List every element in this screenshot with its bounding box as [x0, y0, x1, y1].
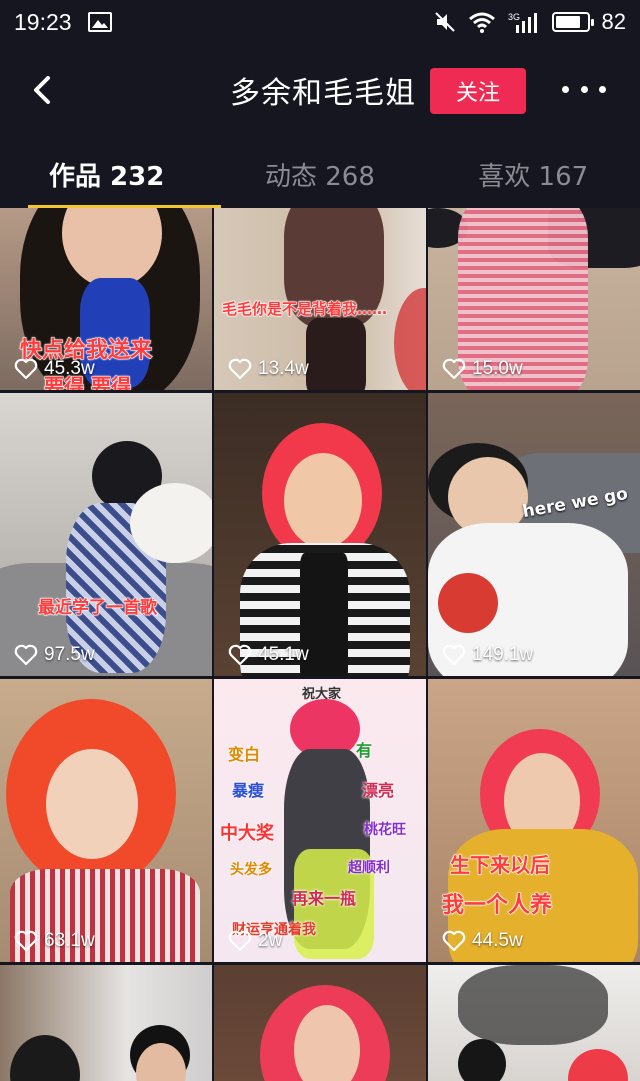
video-grid: 快点给我送来 要得 要得 45.3w 毛毛你是不是背着我…… 13.4w 15.… — [0, 208, 640, 1081]
more-dot — [599, 85, 606, 93]
thumbnail-face — [284, 453, 362, 548]
video-thumbnail[interactable]: here we go 149.1w — [428, 393, 640, 676]
status-time: 19:23 — [14, 8, 72, 35]
tab-label: 作品 232 — [48, 162, 165, 192]
tab-works[interactable]: 作品 232 — [0, 136, 222, 208]
status-icons: 3G 82 — [434, 9, 626, 35]
video-thumbnail[interactable]: 45.1w — [214, 393, 426, 676]
gallery-icon — [87, 12, 112, 32]
signal-icon: 3G — [508, 12, 537, 33]
back-button[interactable] — [26, 72, 62, 108]
thumbnail-chicken — [438, 573, 498, 633]
more-dot — [562, 85, 569, 93]
video-thumbnail[interactable] — [214, 965, 426, 1081]
like-count-label: 44.5w — [472, 930, 523, 951]
video-caption-secondary: 我一个人养 — [441, 893, 553, 919]
sticker-text: 漂亮 — [362, 781, 395, 800]
network-label: 3G — [508, 12, 520, 22]
sticker-text: 再来一瓶 — [292, 889, 357, 908]
thumbnail-pillow — [130, 483, 212, 563]
like-count-label: 45.1w — [258, 644, 309, 665]
more-options-button[interactable] — [562, 74, 606, 104]
heart-icon — [228, 644, 252, 666]
video-thumbnail[interactable]: 63.1w — [0, 679, 212, 962]
sticker-text: 头发多 — [230, 862, 272, 878]
heart-icon — [14, 930, 38, 952]
thumbnail-wig — [568, 1049, 628, 1081]
like-count: 45.3w — [14, 358, 95, 380]
tab-label: 喜欢 167 — [478, 162, 589, 192]
thumbnail-legs — [306, 318, 366, 390]
sticker-text: 祝大家 — [302, 687, 342, 702]
thumbnail-hair — [458, 1039, 506, 1081]
video-caption: 生下来以后 — [450, 853, 551, 878]
like-count-label: 2w — [258, 930, 283, 951]
like-count-label: 149.1w — [472, 644, 534, 665]
like-count: 149.1w — [442, 644, 533, 666]
like-count-label: 97.5w — [44, 644, 95, 665]
like-count-label: 15.0w — [472, 358, 523, 379]
follow-button[interactable]: 关注 — [430, 68, 526, 114]
like-count: 13.4w — [228, 358, 309, 380]
thumbnail-blur — [394, 288, 426, 390]
thumbnail-face — [46, 749, 138, 859]
mute-icon — [434, 12, 455, 32]
heart-icon — [442, 644, 466, 666]
video-thumbnail[interactable]: 快点给我送来 要得 要得 45.3w — [0, 208, 212, 390]
sticker-text: 变白 — [228, 745, 261, 764]
tab-label: 动态 268 — [264, 162, 375, 192]
like-count: 63.1w — [14, 930, 95, 952]
tab-updates[interactable]: 动态 268 — [213, 136, 426, 208]
sticker-text: 中大奖 — [220, 823, 274, 844]
nav-bar: 多余和毛毛姐 关注 — [0, 44, 640, 136]
like-count-label: 63.1w — [44, 930, 95, 951]
like-count: 45.1w — [228, 644, 309, 666]
sticker-text: 暴瘦 — [232, 781, 265, 800]
like-count: 44.5w — [442, 930, 523, 952]
video-thumbnail[interactable]: 生下来以后 我一个人养 44.5w — [428, 679, 640, 962]
video-thumbnail[interactable] — [428, 965, 640, 1081]
video-thumbnail[interactable]: 毛毛你是不是背着我…… 13.4w — [214, 208, 426, 390]
page-title: 多余和毛毛姐 — [230, 76, 416, 111]
like-count-label: 45.3w — [44, 358, 95, 379]
like-count: 15.0w — [442, 358, 523, 380]
battery-percent: 82 — [601, 9, 626, 34]
status-bar: 19:23 3G 82 — [0, 0, 640, 44]
heart-icon — [442, 930, 466, 952]
heart-icon — [442, 358, 466, 380]
video-thumbnail[interactable] — [0, 965, 212, 1081]
video-thumbnail[interactable]: 祝大家 变白 有 暴瘦 漂亮 中大奖 桃花旺 头发多 超顺利 再来一瓶 财运亨通… — [214, 679, 426, 962]
wifi-icon — [468, 12, 495, 33]
sticker-text: 有 — [356, 741, 373, 760]
sticker-text: 超顺利 — [348, 860, 390, 876]
thumbnail-art — [458, 965, 608, 1045]
video-thumbnail[interactable]: 最近学了一首歌 97.5w — [0, 393, 212, 676]
like-count-label: 13.4w — [258, 358, 309, 379]
heart-icon — [228, 930, 252, 952]
heart-icon — [14, 644, 38, 666]
profile-tabs: 作品 232 动态 268 喜欢 167 — [0, 136, 640, 208]
video-caption: 最近学了一首歌 — [38, 598, 158, 619]
tab-likes[interactable]: 喜欢 167 — [427, 136, 640, 208]
battery-level — [555, 16, 581, 28]
more-dot — [580, 85, 588, 93]
battery-icon — [551, 12, 594, 32]
thumbnail-hair — [10, 1035, 80, 1081]
chevron-left-icon — [34, 76, 50, 104]
like-count: 2w — [228, 930, 282, 952]
sticker-text: 桃花旺 — [364, 822, 406, 838]
video-thumbnail[interactable]: 15.0w — [428, 208, 640, 390]
video-caption: 毛毛你是不是背着我…… — [221, 300, 388, 319]
heart-icon — [228, 358, 252, 380]
like-count: 97.5w — [14, 644, 95, 666]
heart-icon — [14, 358, 38, 380]
